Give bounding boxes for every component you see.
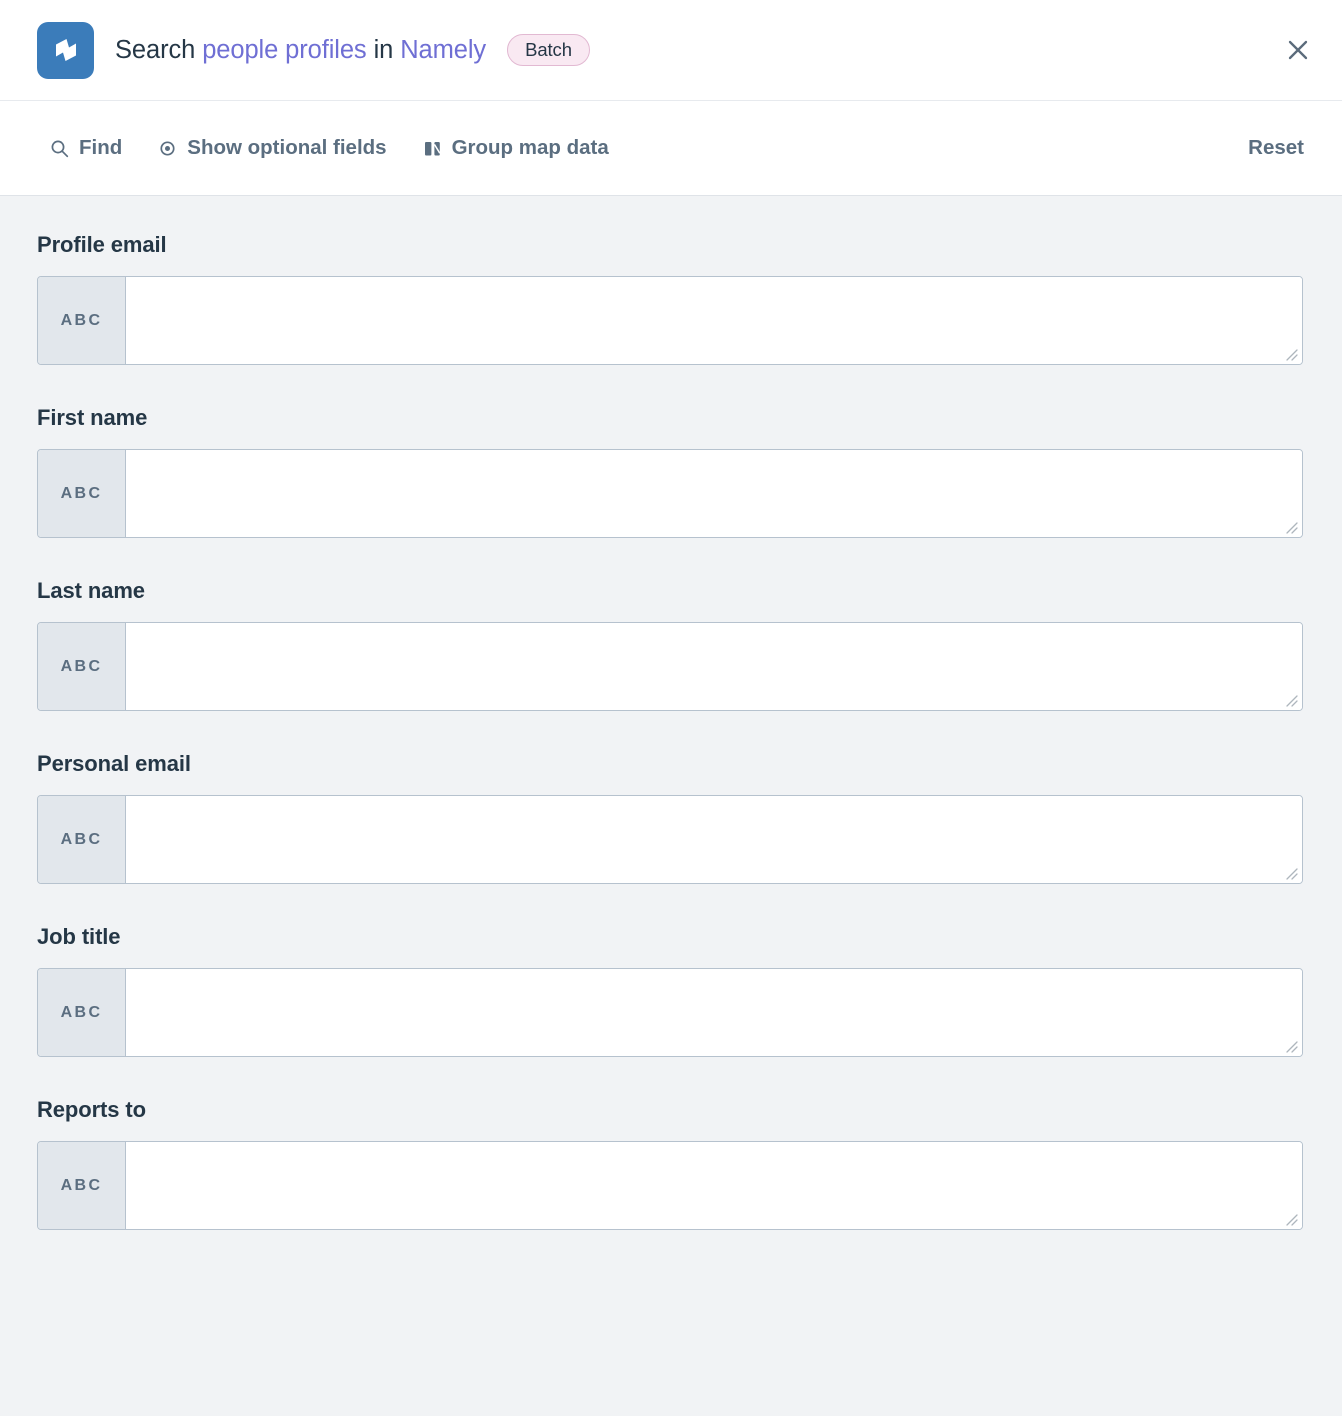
title-app-link[interactable]: Namely	[400, 36, 486, 65]
eye-icon	[158, 139, 177, 158]
show-optional-fields-label: Show optional fields	[187, 136, 386, 160]
field-label: Job title	[37, 924, 1303, 950]
dialog-header: Search people profiles in Namely Batch	[0, 0, 1342, 101]
input-wrap	[126, 796, 1302, 883]
job-title-input[interactable]	[126, 969, 1302, 1056]
field-profile-email: Profile email ABC	[37, 232, 1303, 365]
title-lead: Search	[115, 36, 195, 65]
group-map-data-button[interactable]: Group map data	[423, 136, 609, 160]
field-label: Last name	[37, 578, 1303, 604]
field-type-badge: ABC	[38, 450, 126, 537]
input-wrap	[126, 277, 1302, 364]
input-wrap	[126, 450, 1302, 537]
group-map-data-label: Group map data	[452, 136, 609, 160]
field-label: Profile email	[37, 232, 1303, 258]
input-wrap	[126, 969, 1302, 1056]
form-body: Profile email ABC First name ABC Last na…	[0, 196, 1342, 1230]
field-personal-email: Personal email ABC	[37, 751, 1303, 884]
reports-to-input[interactable]	[126, 1142, 1302, 1229]
personal-email-input[interactable]	[126, 796, 1302, 883]
field-last-name: Last name ABC	[37, 578, 1303, 711]
dialog-title: Search people profiles in Namely Batch	[115, 34, 590, 66]
field-type-badge: ABC	[38, 1142, 126, 1229]
input-wrap	[126, 1142, 1302, 1229]
field-type-badge: ABC	[38, 969, 126, 1056]
bar-chart-icon	[423, 139, 442, 158]
last-name-input[interactable]	[126, 623, 1302, 710]
batch-badge: Batch	[507, 34, 590, 66]
field-label: Personal email	[37, 751, 1303, 777]
title-object-link[interactable]: people profiles	[202, 36, 366, 65]
toolbar: Find Show optional fields Group map data…	[0, 101, 1342, 196]
input-group: ABC	[37, 795, 1303, 884]
close-icon[interactable]	[1278, 30, 1318, 70]
field-label: First name	[37, 405, 1303, 431]
input-group: ABC	[37, 449, 1303, 538]
input-group: ABC	[37, 1141, 1303, 1230]
field-type-badge: ABC	[38, 623, 126, 710]
find-label: Find	[79, 136, 122, 160]
find-button[interactable]: Find	[50, 136, 122, 160]
input-group: ABC	[37, 622, 1303, 711]
input-wrap	[126, 623, 1302, 710]
input-group: ABC	[37, 276, 1303, 365]
field-type-badge: ABC	[38, 796, 126, 883]
field-job-title: Job title ABC	[37, 924, 1303, 1057]
field-reports-to: Reports to ABC	[37, 1097, 1303, 1230]
field-label: Reports to	[37, 1097, 1303, 1123]
first-name-input[interactable]	[126, 450, 1302, 537]
search-icon	[50, 139, 69, 158]
input-group: ABC	[37, 968, 1303, 1057]
reset-button[interactable]: Reset	[1248, 136, 1314, 160]
field-type-badge: ABC	[38, 277, 126, 364]
namely-logo-icon	[37, 22, 94, 79]
field-first-name: First name ABC	[37, 405, 1303, 538]
profile-email-input[interactable]	[126, 277, 1302, 364]
show-optional-fields-button[interactable]: Show optional fields	[158, 136, 386, 160]
title-connector: in	[374, 36, 394, 65]
